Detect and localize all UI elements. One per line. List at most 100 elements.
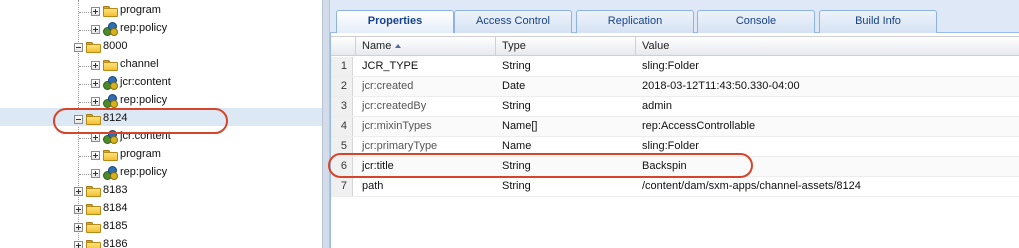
tree-node[interactable]: program <box>0 0 322 18</box>
expand-icon[interactable] <box>91 151 100 160</box>
table-row[interactable]: 5 jcr:primaryType Name sling:Folder <box>331 137 1019 157</box>
cell-name[interactable]: jcr:mixinTypes <box>356 117 496 136</box>
table-row[interactable]: 7 path String/content/dam/sxm-apps/channel… <box>331 177 1019 197</box>
table-row[interactable]: 6 jcr:title String Backspin <box>331 157 1019 177</box>
row-number: 5 <box>331 137 353 156</box>
expand-icon[interactable] <box>91 133 100 142</box>
cell-value[interactable]: 2018-03-12T11:43:50.330-04:00 <box>636 77 1019 96</box>
node-icon <box>103 76 118 90</box>
cell-name[interactable]: JCR_TYPE <box>356 57 496 76</box>
tree-node-label: 8124 <box>103 112 128 124</box>
expand-icon[interactable] <box>74 223 83 232</box>
tree-node[interactable]: rep:policy <box>0 162 322 180</box>
column-header-name[interactable]: Name <box>356 37 496 56</box>
tree-connector-line <box>79 138 91 139</box>
cell-type[interactable]: String <box>496 57 636 76</box>
cell-type[interactable]: String <box>496 177 636 196</box>
tree-node-label: program <box>120 148 161 160</box>
expand-icon[interactable] <box>91 97 100 106</box>
table-row[interactable]: 2 jcr:created Date 2018-03-12T11:43:50.330-… <box>331 77 1019 97</box>
expand-icon[interactable] <box>74 241 83 248</box>
cell-name[interactable]: jcr:createdBy <box>356 97 496 116</box>
tab-console[interactable]: Console <box>697 10 815 33</box>
cell-value[interactable]: admin <box>636 97 1019 116</box>
cell-value[interactable]: Backspin <box>636 157 1019 176</box>
column-header-type[interactable]: Type <box>496 37 636 56</box>
tree-node[interactable]: 8183 <box>0 180 322 198</box>
cell-value[interactable]: sling:Folder <box>636 137 1019 156</box>
collapse-icon[interactable] <box>74 115 83 124</box>
cell-type[interactable]: String <box>496 157 636 176</box>
cell-name[interactable]: jcr:created <box>356 77 496 96</box>
table-row[interactable]: 4 jcr:mixinTypes Name[] rep:AccessControlla… <box>331 117 1019 137</box>
tab-replication[interactable]: Replication <box>576 10 694 33</box>
table-row[interactable]: 3 jcr:createdBy String admin <box>331 97 1019 117</box>
repository-tree: program rep:policy 8000 channel jcr:content r… <box>0 0 322 248</box>
tree-node-label: program <box>120 4 161 16</box>
tree-node-label: channel <box>120 58 159 70</box>
folder-icon <box>86 221 101 233</box>
row-number: 1 <box>331 57 353 76</box>
tab-build-info[interactable]: Build Info <box>819 10 937 33</box>
folder-icon <box>86 185 101 197</box>
tree-node[interactable]: 8186 <box>0 234 322 248</box>
properties-panel: Properties Access Control Replication Co… <box>330 0 1019 248</box>
tree-node-label: jcr:content <box>120 130 171 142</box>
column-header-value[interactable]: Value <box>636 37 1019 56</box>
tree-node[interactable]: 8185 <box>0 216 322 234</box>
expand-icon[interactable] <box>74 205 83 214</box>
folder-icon <box>86 203 101 215</box>
tree-node[interactable]: rep:policy <box>0 18 322 36</box>
cell-type[interactable]: String <box>496 97 636 116</box>
tree-node-label: rep:policy <box>120 166 168 178</box>
node-icon <box>103 94 118 108</box>
properties-grid: Name Type Value 1 JCR_TYPE String sling:Fol… <box>330 33 1019 248</box>
tree-node-label: 8186 <box>103 238 128 248</box>
cell-type[interactable]: Date <box>496 77 636 96</box>
tab-bar: Properties Access Control Replication Co… <box>330 0 1019 34</box>
tree-node-label: rep:policy <box>120 22 168 34</box>
tree-connector-line <box>79 102 91 103</box>
collapse-icon[interactable] <box>74 43 83 52</box>
tree-node[interactable]: rep:policy <box>0 90 322 108</box>
node-icon <box>103 22 118 36</box>
tree-connector-line <box>79 30 91 31</box>
tree-connector-line <box>79 66 91 67</box>
tree-node[interactable]: program <box>0 144 322 162</box>
tree-node[interactable]: jcr:content <box>0 72 322 90</box>
row-number-header <box>331 37 356 56</box>
tree-node[interactable]: 8000 <box>0 36 322 54</box>
expand-icon[interactable] <box>91 169 100 178</box>
tree-node-label: jcr:content <box>120 76 171 88</box>
cell-value[interactable]: rep:AccessControllable <box>636 117 1019 136</box>
cell-value[interactable]: /content/dam/sxm-apps/channel-assets/812… <box>636 177 1019 196</box>
tree-connector-line <box>79 174 91 175</box>
cell-type[interactable]: Name <box>496 137 636 156</box>
row-number: 6 <box>331 157 353 176</box>
tree-node[interactable]: 8184 <box>0 198 322 216</box>
row-number: 2 <box>331 77 353 96</box>
tree-connector-line <box>79 156 91 157</box>
cell-value[interactable]: sling:Folder <box>636 57 1019 76</box>
cell-type[interactable]: Name[] <box>496 117 636 136</box>
column-header-name-label: Name <box>362 40 392 52</box>
tree-node-label: 8183 <box>103 184 128 196</box>
tree-node[interactable]: 8124 <box>0 108 322 126</box>
tree-node[interactable]: channel <box>0 54 322 72</box>
folder-icon <box>103 59 118 71</box>
expand-icon[interactable] <box>91 7 100 16</box>
expand-icon[interactable] <box>91 79 100 88</box>
tab-properties[interactable]: Properties <box>336 10 454 34</box>
splitter[interactable] <box>322 0 330 248</box>
expand-icon[interactable] <box>91 25 100 34</box>
expand-icon[interactable] <box>74 187 83 196</box>
tab-access-control[interactable]: Access Control <box>454 10 572 33</box>
sort-ascending-icon <box>395 44 402 49</box>
expand-icon[interactable] <box>91 61 100 70</box>
cell-name[interactable]: path <box>356 177 496 196</box>
cell-name[interactable]: jcr:title <box>356 157 496 176</box>
row-number: 4 <box>331 117 353 136</box>
cell-name[interactable]: jcr:primaryType <box>356 137 496 156</box>
tree-node[interactable]: jcr:content <box>0 126 322 144</box>
table-row[interactable]: 1 JCR_TYPE String sling:Folder <box>331 57 1019 77</box>
